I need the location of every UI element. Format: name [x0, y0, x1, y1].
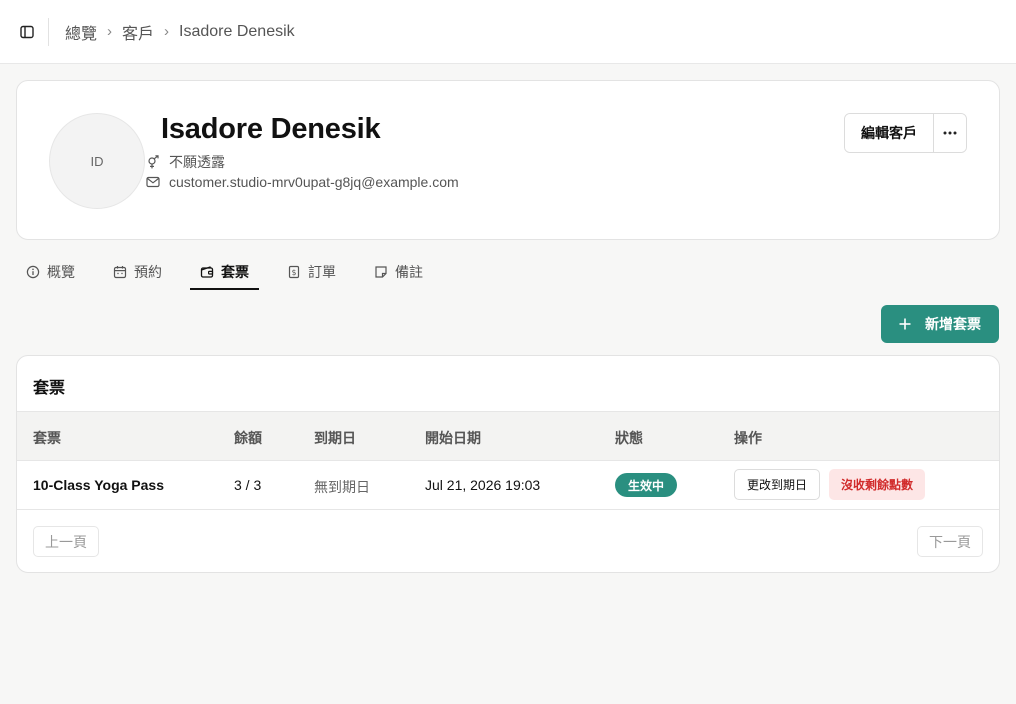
tab-overview[interactable]: 概覽: [16, 254, 85, 290]
email-row: customer.studio-mrv0upat-g8jq@example.co…: [146, 174, 459, 190]
add-pass-label: 新增套票: [925, 316, 981, 332]
mail-icon: [146, 175, 160, 189]
gender-row: 不願透露: [146, 152, 225, 172]
breadcrumb: 總覽 › 客戶 › Isadore Denesik: [65, 20, 295, 44]
column-header-actions: 操作: [734, 430, 762, 446]
note-icon: [374, 265, 388, 279]
divider: [48, 17, 49, 46]
calendar-icon: [113, 265, 127, 279]
tab-orders[interactable]: $ 訂單: [277, 254, 346, 290]
more-icon: [943, 131, 957, 135]
wallet-icon: [200, 265, 214, 279]
table-header: 套票 餘額 到期日 開始日期 狀態 操作: [17, 411, 999, 461]
breadcrumb-overview[interactable]: 總覽: [65, 20, 97, 44]
pass-balance: 3 / 3: [234, 477, 262, 493]
more-actions-button[interactable]: [933, 114, 966, 152]
tab-label: 概覽: [47, 264, 75, 280]
add-pass-button[interactable]: 新增套票: [881, 305, 999, 343]
table-row: 10-Class Yoga Pass 3 / 3 無到期日 Jul 21, 20…: [17, 461, 999, 510]
gender-value: 不願透露: [169, 154, 225, 170]
passes-table-card: 套票 套票 餘額 到期日 開始日期 狀態 操作 10-Class Yoga Pa…: [16, 355, 1000, 573]
sidebar-toggle-icon[interactable]: [16, 21, 38, 43]
gender-icon: [146, 155, 160, 169]
status-badge: 生效中: [615, 473, 678, 497]
breadcrumb-customers[interactable]: 客戶: [122, 20, 154, 44]
tab-passes[interactable]: 套票: [190, 254, 259, 290]
customer-name: Isadore Denesik: [161, 113, 381, 145]
info-icon: [26, 265, 40, 279]
pass-name: 10-Class Yoga Pass: [33, 477, 165, 493]
forfeit-credits-button[interactable]: 沒收剩餘點數: [829, 469, 925, 500]
tab-label: 訂單: [308, 264, 336, 280]
pass-expiry: 無到期日: [314, 479, 370, 495]
tab-label: 套票: [221, 264, 249, 280]
table-title: 套票: [33, 380, 66, 397]
edit-customer-button[interactable]: 編輯客戶: [845, 114, 933, 152]
column-header-status: 狀態: [615, 430, 643, 446]
avatar: ID: [49, 113, 145, 209]
tab-notes[interactable]: 備註: [364, 254, 433, 290]
column-header-pass: 套票: [33, 430, 61, 446]
top-bar: 總覽 › 客戶 › Isadore Denesik: [0, 0, 1016, 64]
next-page-button[interactable]: 下一頁: [917, 526, 983, 557]
breadcrumb-current: Isadore Denesik: [179, 22, 295, 40]
tab-bookings[interactable]: 預約: [103, 254, 172, 290]
prev-page-button[interactable]: 上一頁: [33, 526, 99, 557]
email-value: customer.studio-mrv0upat-g8jq@example.co…: [169, 174, 459, 190]
column-header-balance: 餘額: [234, 430, 262, 446]
pass-start-date: Jul 21, 2026 19:03: [425, 477, 541, 493]
svg-text:$: $: [292, 268, 297, 277]
chevron-right-icon: ›: [107, 23, 113, 40]
receipt-icon: $: [287, 265, 301, 279]
tab-label: 預約: [134, 264, 162, 280]
tab-label: 備註: [395, 264, 423, 280]
plus-icon: [899, 318, 911, 330]
change-expiry-button[interactable]: 更改到期日: [734, 469, 820, 500]
profile-actions: 編輯客戶: [844, 113, 967, 153]
column-header-expiry: 到期日: [314, 430, 356, 446]
customer-tabs: 概覽 預約 套票 $ 訂單 備註: [16, 254, 433, 290]
chevron-right-icon: ›: [164, 23, 170, 40]
column-header-start: 開始日期: [425, 430, 481, 446]
